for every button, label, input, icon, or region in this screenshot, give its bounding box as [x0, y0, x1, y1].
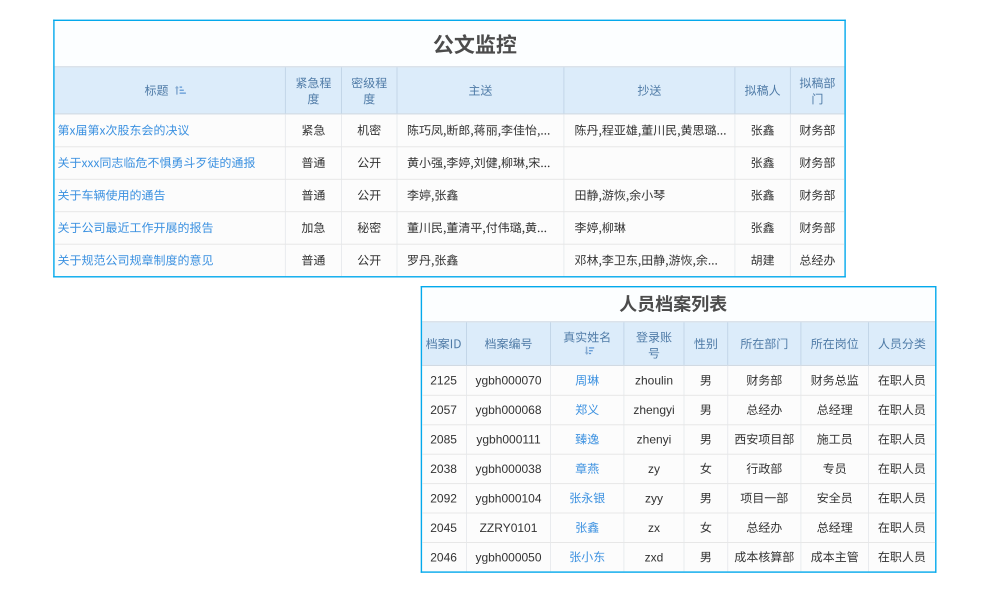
svg-text:2038: 2038	[430, 462, 457, 476]
svg-text:ygbh000050: ygbh000050	[475, 550, 541, 564]
svg-text:ygbh000038: ygbh000038	[475, 462, 541, 476]
svg-text:2057: 2057	[430, 403, 457, 417]
svg-text:ygbh000068: ygbh000068	[475, 403, 541, 417]
svg-text:ygbh000070: ygbh000070	[475, 374, 541, 388]
svg-text:zxd: zxd	[645, 550, 664, 564]
svg-text:zhoulin: zhoulin	[635, 374, 673, 388]
svg-text:2125: 2125	[430, 374, 457, 388]
svg-text:2092: 2092	[430, 491, 457, 505]
svg-text:2085: 2085	[430, 433, 457, 447]
svg-text:2046: 2046	[430, 550, 457, 564]
svg-text:ZZRY0101: ZZRY0101	[480, 521, 538, 535]
svg-text:ygbh000111: ygbh000111	[476, 433, 541, 447]
svg-text:zx: zx	[648, 521, 660, 535]
svg-text:zhenyi: zhenyi	[637, 433, 672, 447]
svg-text:zy: zy	[648, 462, 660, 476]
svg-text:zhengyi: zhengyi	[633, 403, 674, 417]
svg-text:ygbh000104: ygbh000104	[475, 491, 541, 505]
svg-text:2045: 2045	[430, 521, 457, 535]
svg-text:zyy: zyy	[645, 491, 663, 505]
